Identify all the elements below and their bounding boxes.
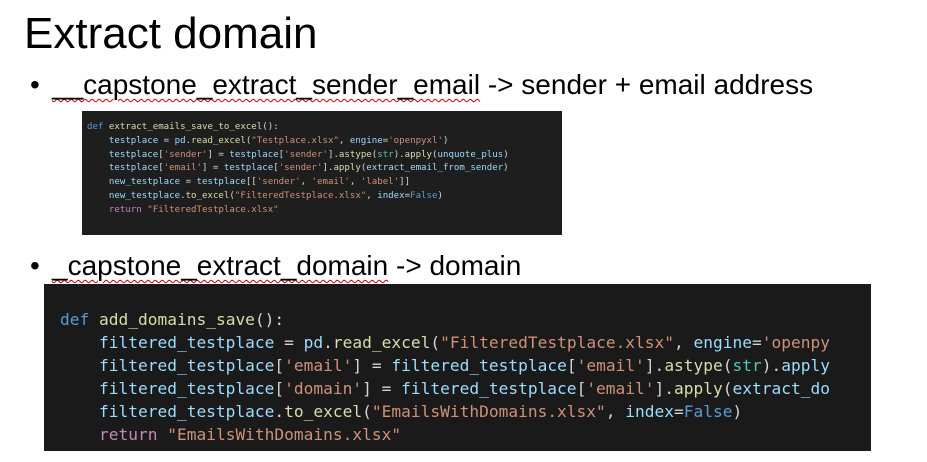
bullet-marker: • [30,250,40,281]
code-line: def extract_emails_save_to_excel(): [87,122,279,132]
code-line: filtered_testplace.to_excel("EmailsWithD… [98,402,743,421]
bullet-description: -> domain [388,250,522,281]
function-name: __capstone_extract_sender_email [52,69,481,100]
code-block-add-domains: def add_domains_save(): filtered_testpla… [44,284,871,451]
bullet-marker: • [30,69,40,100]
code-line: new_testplace.to_excel("FilteredTestplac… [108,190,443,201]
code-line: return "EmailsWithDomains.xlsx" [98,425,402,444]
code-line: filtered_testplace['email'] = filtered_t… [98,356,831,375]
code-line: filtered_testplace = pd.read_excel("Filt… [98,333,831,352]
function-name: _capstone_extract_domain [52,250,389,281]
slide-title: Extract domain [24,9,318,58]
code-line: testplace = pd.read_excel("Testplace.xls… [108,135,449,146]
code-line: def add_domains_save(): [60,310,285,329]
bullet-sender-email: • __capstone_extract_sender_email -> send… [30,68,813,102]
code-line: filtered_testplace['domain'] = filtered_… [98,379,830,398]
code-line: new_testplace = testplace[['sender', 'em… [108,177,411,188]
code-block-extract-emails: def extract_emails_save_to_excel(): test… [82,111,562,235]
code-line: testplace['email'] = testplace['sender']… [108,163,509,174]
code-line: return "FilteredTestplace.xlsx" [108,204,279,215]
bullet-domain: • _capstone_extract_domain -> domain [30,249,521,283]
bullet-description: -> sender + email address [480,69,814,100]
code-line: testplace['sender'] = testplace['sender'… [108,149,509,160]
